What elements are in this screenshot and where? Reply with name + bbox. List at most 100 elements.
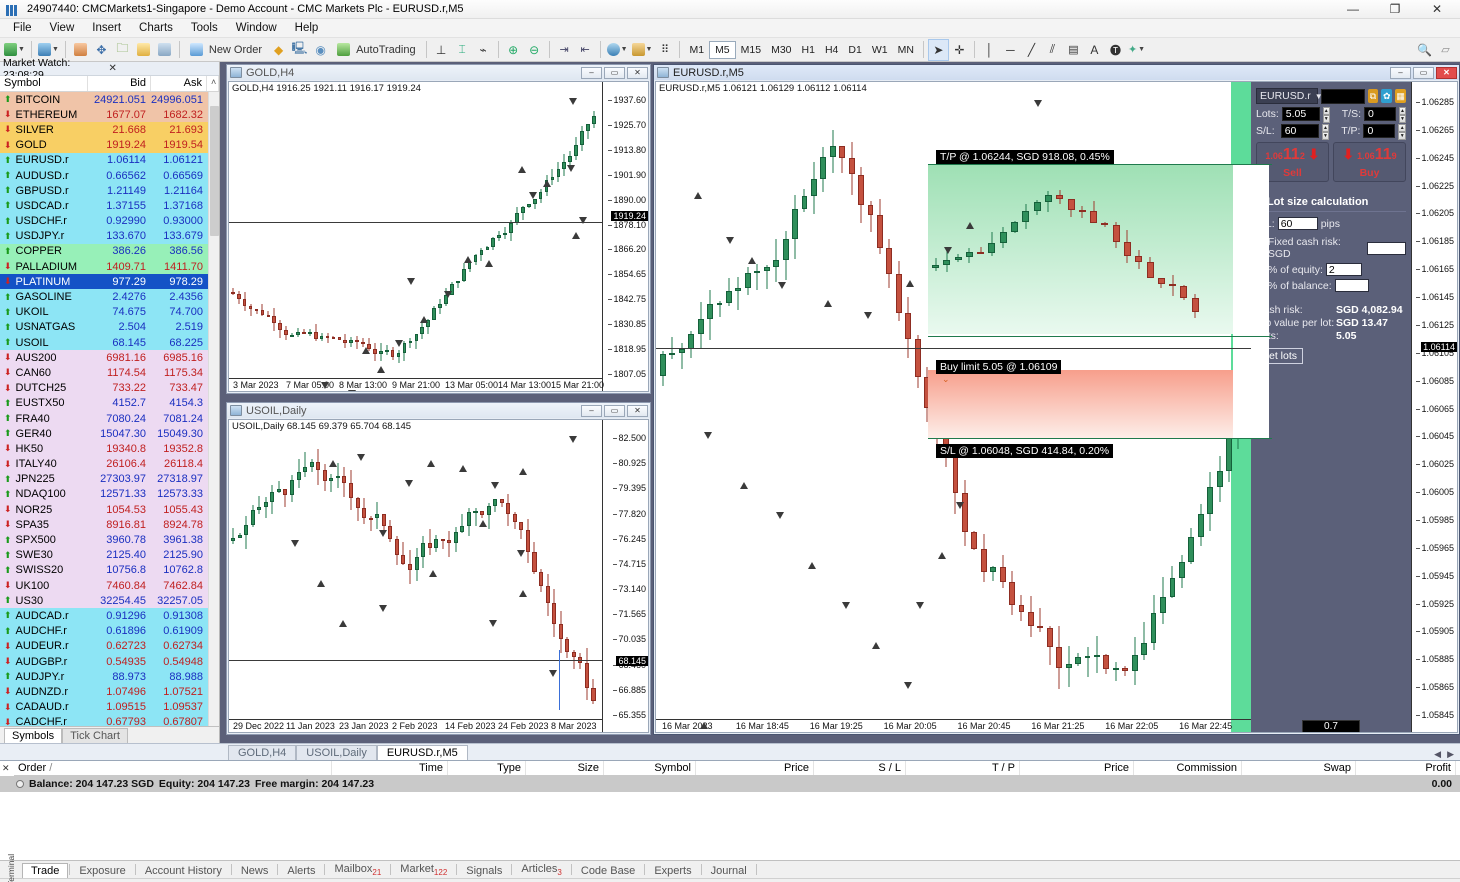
menu-help[interactable]: Help [286, 20, 328, 36]
menu-view[interactable]: View [41, 20, 84, 36]
market-watch-row[interactable]: ⬆GASOLINE2.42762.4356 [0, 289, 219, 304]
col-order[interactable]: Order / [14, 761, 332, 775]
pct-balance-input[interactable] [1335, 279, 1369, 292]
market-watch-row[interactable]: ⬆NDAQ10012571.3312573.33 [0, 487, 219, 502]
pct-balance-row[interactable]: % of balance: [1256, 279, 1406, 292]
shapes-icon[interactable]: ✦▼ [1126, 39, 1147, 61]
gold-maximize-button[interactable]: ▭ [604, 67, 625, 79]
market-watch-row[interactable]: ⬆EUSTX504152.74154.3 [0, 396, 219, 411]
menu-tools[interactable]: Tools [182, 20, 227, 36]
calc-sl-input[interactable] [1278, 217, 1318, 230]
autotrading-button[interactable]: AutoTrading [331, 39, 422, 61]
period-mn[interactable]: MN [893, 42, 919, 58]
price-axis[interactable]: 1937.601925.701913.801901.901890.001878.… [602, 82, 648, 391]
lots-input[interactable] [1282, 107, 1320, 121]
eurusd-price-axis[interactable]: 1.062851.062651.062451.062251.062051.061… [1411, 82, 1457, 732]
gear-icon[interactable]: ✿ [1381, 89, 1392, 103]
market-watch-row[interactable]: ⬆USNATGAS2.5042.519 [0, 320, 219, 335]
terminal-tab-trade[interactable]: Trade [22, 863, 68, 878]
col-symbol[interactable]: Symbol [604, 761, 696, 775]
usoil-maximize-button[interactable]: ▭ [604, 405, 625, 417]
market-watch-row[interactable]: ⬇AUDGBP.r0.549350.54948 [0, 654, 219, 669]
market-watch-row[interactable]: ⬇NOR251054.531055.43 [0, 502, 219, 517]
market-watch-row[interactable]: ⬇DUTCH25733.22733.47 [0, 381, 219, 396]
market-watch-row[interactable]: ⬇ITALY4026106.426118.4 [0, 457, 219, 472]
market-watch-row[interactable]: ⬆EURUSD.r1.061141.06121 [0, 153, 219, 168]
market-watch-row[interactable]: ⬆FRA407080.247081.24 [0, 411, 219, 426]
market-watch-row[interactable]: ⬇AUDNZD.r1.074961.07521 [0, 684, 219, 699]
indicators-icon[interactable]: ▼ [605, 39, 630, 61]
horizontal-line-icon[interactable]: ─ [1000, 39, 1021, 61]
col-type[interactable]: Type [448, 761, 526, 775]
tab-symbols[interactable]: Symbols [4, 728, 62, 743]
expand-icon[interactable] [16, 780, 24, 788]
col-profit[interactable]: Profit [1356, 761, 1456, 775]
eurusd-maximize-button[interactable]: ▭ [1413, 67, 1434, 79]
stop-loss-label[interactable]: S/L @ 1.06048, SGD 414.84, 0.20% [936, 444, 1113, 458]
gold-minimize-button[interactable]: – [581, 67, 602, 79]
terminal-icon[interactable] [133, 39, 154, 61]
sl-stepper[interactable]: ▲▼ [1322, 124, 1330, 138]
market-watch-scrollbar[interactable] [208, 92, 219, 726]
terminal-tab-experts[interactable]: Experts [646, 864, 699, 878]
gold-chart-canvas[interactable]: GOLD,H4 1916.25 1921.11 1916.17 1919.24 … [228, 81, 649, 392]
close-button[interactable]: ✕ [1416, 0, 1458, 19]
market-watch-row[interactable]: ⬇CADAUD.r1.095151.09537 [0, 700, 219, 715]
market-watch-row[interactable]: ⬇ETHEREUM1677.071682.32 [0, 107, 219, 122]
buy-button[interactable]: ⬇ 1.06119 Buy [1333, 142, 1406, 182]
data-window-icon[interactable]: 🗀 [112, 39, 133, 61]
time-axis[interactable]: 3 Mar 20237 Mar 05:008 Mar 13:009 Mar 21… [229, 378, 602, 391]
bar-chart-icon[interactable]: ⊥ [431, 39, 452, 61]
terminal-tab-news[interactable]: News [233, 864, 277, 878]
column-symbol[interactable]: Symbol [0, 76, 88, 91]
market-watch-row[interactable]: ⬆AUDCAD.r0.912960.91308 [0, 608, 219, 623]
help-toolbar-icon[interactable]: ▱ [1435, 39, 1456, 61]
usoil-close-button[interactable]: ✕ [627, 405, 648, 417]
market-watch-row[interactable]: ⬆USDCAD.r1.371551.37168 [0, 198, 219, 213]
ts-stepper[interactable]: ▲▼ [1399, 107, 1406, 121]
equidistant-channel-icon[interactable]: ⫽ [1042, 39, 1063, 61]
chart-window-gold[interactable]: GOLD,H4 – ▭ ✕ GOLD,H4 1916.25 1921.11 19… [226, 64, 651, 394]
market-watch-row[interactable]: ⬆UKOIL74.67574.700 [0, 305, 219, 320]
market-watch-row[interactable]: ⬆SWE302125.402125.90 [0, 548, 219, 563]
terminal-tab-market[interactable]: Market122 [392, 862, 455, 878]
maximize-button[interactable]: ❐ [1374, 0, 1416, 19]
menu-insert[interactable]: Insert [83, 20, 130, 36]
terminal-tab-exposure[interactable]: Exposure [71, 864, 133, 878]
menu-charts[interactable]: Charts [130, 20, 182, 36]
fixed-cash-risk-input[interactable] [1367, 242, 1406, 255]
gold-close-button[interactable]: ✕ [627, 67, 648, 79]
entry-order-label[interactable]: Buy limit 5.05 @ 1.06109 [936, 360, 1061, 374]
market-watch-row[interactable]: ⬆SWISS2010756.810762.8 [0, 563, 219, 578]
symbol-select[interactable]: EURUSD.r ▼ [1256, 88, 1318, 104]
vertical-line-icon[interactable]: │ [979, 39, 1000, 61]
time-axis[interactable]: 16 Mar 202316 Mar 18:4516 Mar 19:2516 Ma… [656, 719, 1251, 732]
market-watch-row[interactable]: ⬆AUDCHF.r0.618960.61909 [0, 624, 219, 639]
terminal-tab-articles[interactable]: Articles3 [513, 862, 570, 878]
trade-panel[interactable]: EURUSD.r ▼ ⧉ ✿ ▦ Lots: ▲▼ T/S [1251, 82, 1411, 732]
terminal-tab-signals[interactable]: Signals [458, 864, 510, 878]
mql5-community-icon[interactable]: ◉ [310, 39, 331, 61]
market-watch-row[interactable]: ⬇AUS2006981.166985.16 [0, 350, 219, 365]
pct-equity-input[interactable] [1326, 263, 1362, 276]
eurusd-close-button[interactable]: ✕ [1436, 67, 1457, 79]
period-w1[interactable]: W1 [867, 42, 893, 58]
gold-chart-titlebar[interactable]: GOLD,H4 – ▭ ✕ [227, 65, 650, 80]
market-watch-row[interactable]: ⬆USOIL68.14568.225 [0, 335, 219, 350]
usoil-minimize-button[interactable]: – [581, 405, 602, 417]
col-price2[interactable]: Price [1020, 761, 1134, 775]
new-order-button[interactable]: New Order [184, 39, 268, 61]
zoom-in-icon[interactable]: ⊕ [503, 39, 524, 61]
trendline-icon[interactable]: ╱ [1021, 39, 1042, 61]
auto-scroll-icon[interactable]: ⇥ [554, 39, 575, 61]
eurusd-minimize-button[interactable]: – [1390, 67, 1411, 79]
market-watch-row[interactable]: ⬆AUDUSD.r0.665620.66569 [0, 168, 219, 183]
market-watch-row[interactable]: ⬆GBPUSD.r1.211491.21164 [0, 183, 219, 198]
eurusd-chart-titlebar[interactable]: EURUSD.r,M5 – ▭ ✕ [654, 65, 1459, 80]
candlestick-chart-icon[interactable]: ⌶ [452, 39, 473, 61]
chart-window-usoil[interactable]: USOIL,Daily – ▭ ✕ USOIL,Daily 68.145 69.… [226, 402, 651, 735]
market-watch-row[interactable]: ⬇PLATINUM977.29978.29 [0, 274, 219, 289]
strategy-tester-icon[interactable] [154, 39, 175, 61]
period-m1[interactable]: M1 [684, 42, 709, 58]
search-icon[interactable]: 🔍 [1414, 39, 1435, 61]
